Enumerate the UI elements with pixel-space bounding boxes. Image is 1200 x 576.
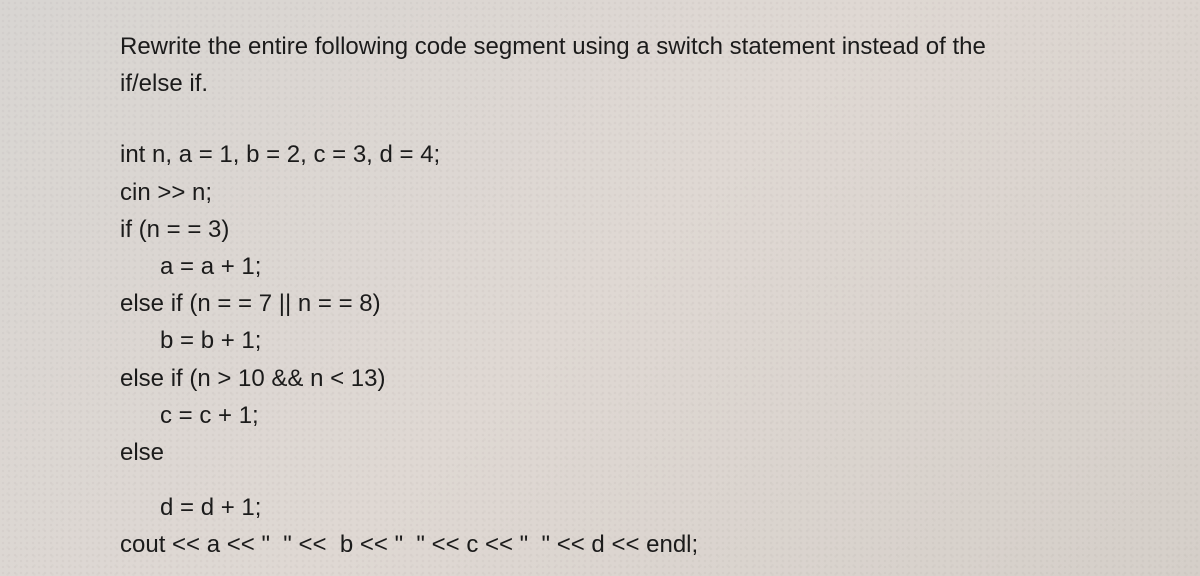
code-line-8: c = c + 1;: [120, 397, 1090, 434]
code-line-2: cin >> n;: [120, 174, 1090, 211]
code-line-3: if (n = = 3): [120, 211, 1090, 248]
code-line-10: d = d + 1;: [120, 489, 1090, 526]
prompt-line-2: if/else if.: [120, 65, 1090, 102]
blank-line: [120, 471, 1090, 489]
code-line-9: else: [120, 434, 1090, 471]
code-line-4: a = a + 1;: [120, 248, 1090, 285]
code-line-7: else if (n > 10 && n < 13): [120, 360, 1090, 397]
code-line-6: b = b + 1;: [120, 322, 1090, 359]
question-prompt: Rewrite the entire following code segmen…: [120, 28, 1090, 102]
code-block: int n, a = 1, b = 2, c = 3, d = 4; cin >…: [120, 136, 1090, 563]
code-line-1: int n, a = 1, b = 2, c = 3, d = 4;: [120, 136, 1090, 173]
code-line-5: else if (n = = 7 || n = = 8): [120, 285, 1090, 322]
prompt-line-1: Rewrite the entire following code segmen…: [120, 28, 1090, 65]
code-line-11: cout << a << " " << b << " " << c << " "…: [120, 526, 1090, 563]
